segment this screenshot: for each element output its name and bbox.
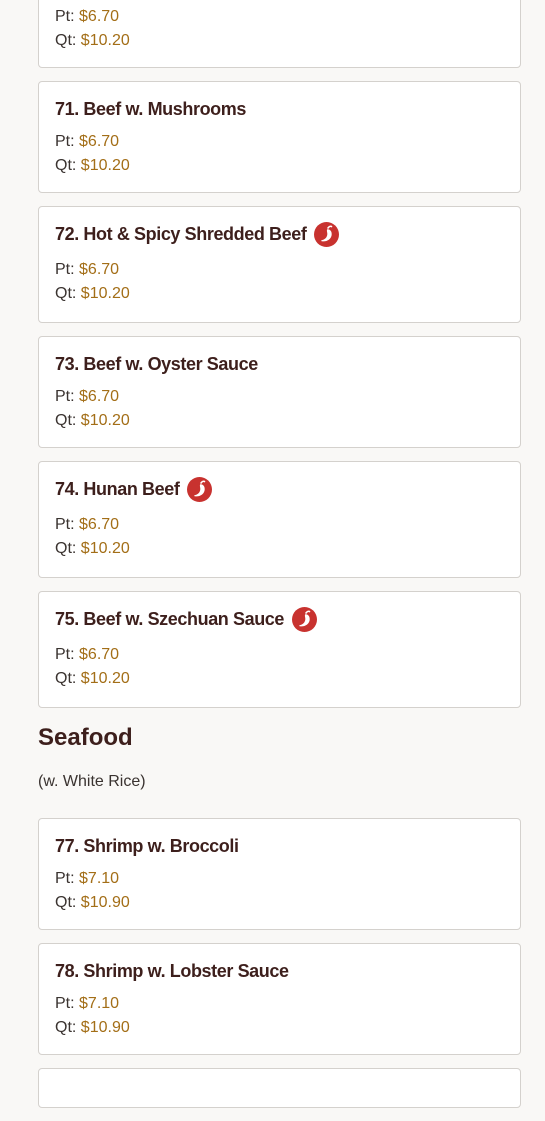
quart-price: Qt: $10.20: [55, 409, 504, 433]
pint-label: Pt:: [55, 995, 75, 1012]
quart-label: Qt:: [55, 285, 77, 302]
item-title: 75. Beef w. Szechuan Sauce: [55, 608, 285, 629]
item-title: 74. Hunan Beef: [55, 478, 180, 499]
quart-price: Qt: $10.20: [55, 154, 504, 178]
section-heading: Seafood: [38, 724, 133, 751]
item-title: 77. Shrimp w. Broccoli: [55, 835, 239, 856]
menu-item-card[interactable]: 73. Beef w. Oyster Sauce Pt: $6.70 Qt: $…: [38, 336, 521, 448]
pint-label: Pt:: [55, 388, 75, 405]
item-prices: Pt: $6.70 Qt: $10.20: [55, 247, 504, 322]
pint-price: Pt: $6.70: [55, 513, 504, 537]
pint-label: Pt:: [55, 646, 75, 663]
pint-price: Pt: $6.70: [55, 258, 504, 282]
item-title: 72. Hot & Spicy Shredded Beef: [55, 223, 307, 244]
item-title-row: 72. Hot & Spicy Shredded Beef: [55, 221, 504, 247]
item-prices: Pt: $7.10 Qt: $10.90: [55, 984, 504, 1054]
pint-price: Pt: $6.70: [55, 130, 504, 154]
pint-amount: $6.70: [79, 133, 120, 150]
menu-item-card[interactable]: 72. Hot & Spicy Shredded Beef Pt: $6.70 …: [38, 206, 521, 323]
quart-price: Qt: $10.20: [55, 537, 504, 561]
pint-label: Pt:: [55, 133, 75, 150]
quart-amount: $10.90: [80, 1019, 130, 1036]
quart-label: Qt:: [55, 1019, 77, 1036]
pint-price: Pt: $6.70: [55, 385, 504, 409]
item-prices: Pt: $6.70 Qt: $10.20: [55, 122, 504, 192]
item-title: 73. Beef w. Oyster Sauce: [55, 353, 258, 374]
item-title-row: 71. Beef w. Mushrooms: [55, 96, 504, 122]
quart-label: Qt:: [55, 157, 77, 174]
pint-price: Pt: $7.10: [55, 992, 504, 1016]
quart-amount: $10.20: [80, 670, 130, 687]
pint-amount: $6.70: [79, 261, 120, 278]
beef-items-list: 71. Beef w. Mushrooms Pt: $6.70 Qt: $10.…: [38, 81, 521, 708]
quart-price: Qt: $10.20: [55, 667, 504, 691]
section-subtitle: (w. White Rice): [38, 773, 146, 790]
item-prices: Pt: $7.10 Qt: $10.90: [55, 859, 504, 929]
pint-amount: $7.10: [79, 995, 120, 1012]
item-title-row: 77. Shrimp w. Broccoli: [55, 833, 504, 859]
item-prices: Pt: $6.70 Qt: $10.20: [55, 502, 504, 577]
pint-amount: $6.70: [79, 646, 120, 663]
pint-amount: $6.70: [79, 516, 120, 533]
quart-label: Qt:: [55, 894, 77, 911]
seafood-items-list: 77. Shrimp w. Broccoli Pt: $7.10 Qt: $10…: [38, 818, 521, 1055]
spicy-pepper-icon: [292, 606, 318, 632]
menu-item-card: [38, 1068, 521, 1108]
quart-amount: $10.20: [80, 157, 130, 174]
menu-item-card[interactable]: 71. Beef w. Mushrooms Pt: $6.70 Qt: $10.…: [38, 81, 521, 193]
pint-price: Pt: $7.10: [55, 867, 504, 891]
item-title-row: 78. Shrimp w. Lobster Sauce: [55, 958, 504, 984]
pint-label: Pt:: [55, 516, 75, 533]
item-title: 78. Shrimp w. Lobster Sauce: [55, 960, 289, 981]
item-title-row: 75. Beef w. Szechuan Sauce: [55, 606, 504, 632]
item-prices: Pt: $6.70 Qt: $10.20: [55, 632, 504, 707]
pint-amount: $6.70: [79, 388, 120, 405]
menu-item-card[interactable]: 77. Shrimp w. Broccoli Pt: $7.10 Qt: $10…: [38, 818, 521, 930]
spicy-pepper-icon: [187, 476, 213, 502]
item-prices: Pt: $6.70 Qt: $10.20: [55, 377, 504, 447]
menu-item-card[interactable]: 78. Shrimp w. Lobster Sauce Pt: $7.10 Qt…: [38, 943, 521, 1055]
item-title: 71. Beef w. Mushrooms: [55, 98, 246, 119]
spicy-pepper-icon: [314, 221, 340, 247]
pint-amount: $7.10: [79, 870, 120, 887]
pint-label: Pt:: [55, 870, 75, 887]
menu-item-card: Pt: $6.70 Qt: $10.20: [38, 0, 521, 68]
pint-price: Pt: $6.70: [55, 8, 120, 25]
pint-price: Pt: $6.70: [55, 643, 504, 667]
quart-amount: $10.90: [80, 894, 130, 911]
pint-label: Pt:: [55, 261, 75, 278]
quart-price: Qt: $10.90: [55, 891, 504, 915]
menu-item-card[interactable]: 75. Beef w. Szechuan Sauce Pt: $6.70 Qt:…: [38, 591, 521, 708]
item-title-row: 73. Beef w. Oyster Sauce: [55, 351, 504, 377]
quart-amount: $10.20: [80, 412, 130, 429]
quart-price: Qt: $10.90: [55, 1016, 504, 1040]
quart-price: Qt: $10.20: [55, 32, 130, 49]
quart-amount: $10.20: [80, 540, 130, 557]
menu-page: Pt: $6.70 Qt: $10.20 71. Beef w. Mushroo…: [38, 0, 521, 1121]
quart-price: Qt: $10.20: [55, 282, 504, 306]
quart-amount: $10.20: [80, 285, 130, 302]
item-title-row: 74. Hunan Beef: [55, 476, 504, 502]
quart-label: Qt:: [55, 540, 77, 557]
quart-label: Qt:: [55, 412, 77, 429]
menu-item-card[interactable]: 74. Hunan Beef Pt: $6.70 Qt: $10.20: [38, 461, 521, 578]
quart-label: Qt:: [55, 670, 77, 687]
